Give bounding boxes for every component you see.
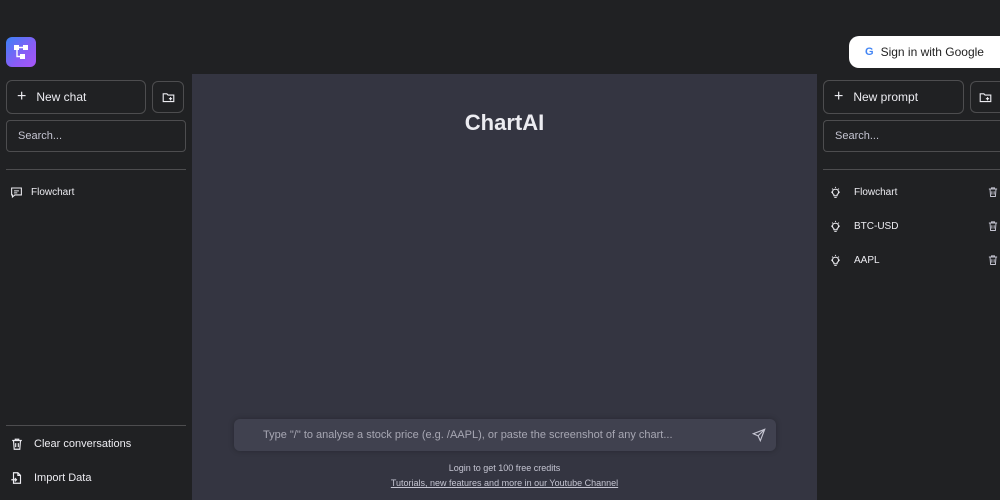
prompt-label: Flowchart [854,186,898,198]
divider [823,169,1000,170]
new-chat-label: New chat [36,90,87,104]
google-icon: G [865,46,874,58]
top-bar: G Sign in with Google [0,0,1000,74]
plus-icon: + [17,88,27,105]
app-logo-icon[interactable] [6,37,36,67]
prompt-label: AAPL [854,254,880,266]
signin-label: Sign in with Google [880,45,984,59]
prompt-item[interactable]: AAPL [827,250,1000,270]
new-prompt-label: New prompt [853,90,919,104]
chat-search-input[interactable] [6,120,186,152]
chat-main-area: ChartAI Login to get 100 free credits Tu… [192,74,817,500]
chat-input-bar [234,419,776,451]
google-signin-button[interactable]: G Sign in with Google [849,36,1000,68]
folder-plus-icon [979,92,992,102]
left-sidebar: + New chat Flowchart Clear conversations… [0,74,192,500]
page-title: ChartAI [464,110,545,135]
bulb-icon [827,186,843,199]
new-chat-button[interactable]: + New chat [6,80,146,114]
import-icon [11,472,22,484]
send-icon[interactable] [752,428,766,442]
new-prompt-button[interactable]: + New prompt [823,80,964,114]
trash-icon[interactable] [986,220,1000,232]
bulb-icon [827,254,843,267]
folder-plus-icon [162,92,174,102]
clear-conversations-label: Clear conversations [34,438,132,450]
new-folder-button[interactable] [152,81,184,113]
import-data-label: Import Data [34,472,92,484]
trash-icon[interactable] [986,186,1000,198]
prompt-label: BTC-USD [854,220,899,232]
conversation-label: Flowchart [31,186,75,198]
credits-text: Login to get 100 free credits [448,463,561,473]
prompt-item[interactable]: BTC-USD [827,216,1000,236]
chat-input[interactable] [234,419,744,451]
youtube-channel-link[interactable]: Tutorials, new features and more in our … [192,478,817,488]
clear-conversations-button[interactable]: Clear conversations [10,432,180,456]
conversation-item[interactable]: Flowchart [10,182,180,202]
divider [6,169,186,170]
plus-icon: + [834,88,844,105]
divider [6,425,186,426]
message-icon [11,187,22,198]
bulb-icon [827,220,843,233]
prompt-search-input[interactable] [823,120,1000,152]
trash-icon [12,438,22,450]
prompt-item[interactable]: Flowchart [827,182,1000,202]
right-sidebar: + New prompt Flowchart [817,74,1000,500]
new-prompt-folder-button[interactable] [970,81,1000,113]
trash-icon[interactable] [986,254,1000,266]
import-data-button[interactable]: Import Data [10,466,180,490]
